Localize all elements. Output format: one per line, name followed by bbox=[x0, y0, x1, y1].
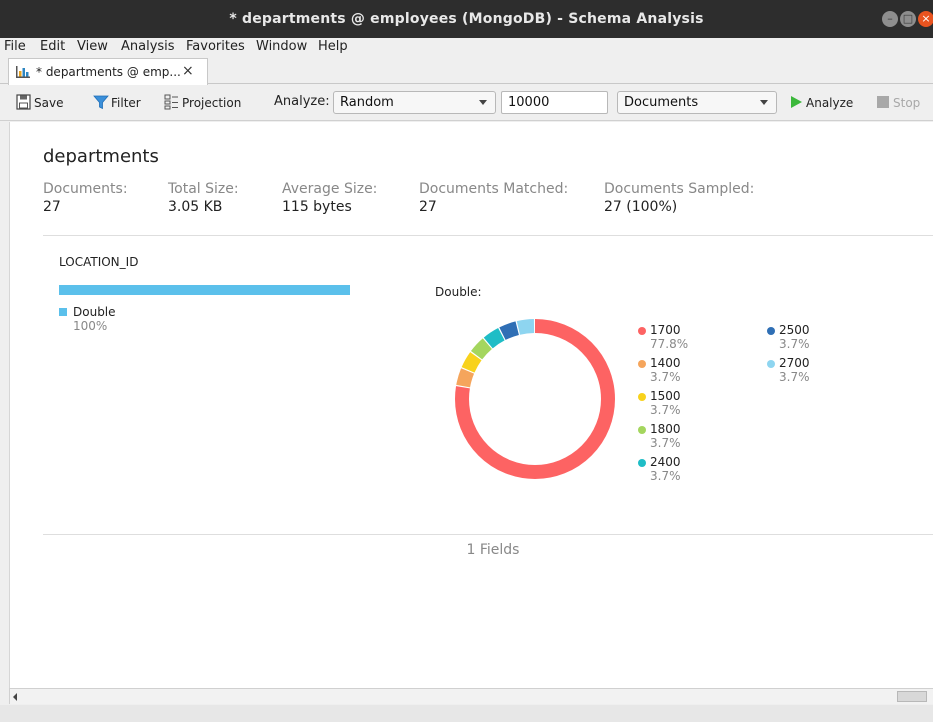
legend-percent: 3.7% bbox=[650, 469, 681, 483]
type-distribution-bar bbox=[59, 285, 350, 295]
collection-title: departments bbox=[43, 146, 159, 167]
field-name: LOCATION_ID bbox=[59, 255, 139, 269]
filter-label: Filter bbox=[111, 96, 141, 110]
stat-label: Documents: bbox=[43, 181, 128, 197]
sample-mode-select[interactable]: Random bbox=[333, 91, 496, 114]
close-window-button[interactable]: × bbox=[918, 11, 933, 27]
legend-percent: 77.8% bbox=[650, 337, 689, 351]
menu-edit[interactable]: Edit bbox=[40, 39, 65, 54]
scroll-left-icon[interactable] bbox=[13, 693, 17, 701]
tab-schema-analysis[interactable]: * departments @ emp... × bbox=[8, 58, 208, 85]
stat-value: 27 (100%) bbox=[604, 199, 678, 215]
legend-value: 1400 bbox=[650, 356, 681, 370]
legend-value: 1500 bbox=[650, 389, 681, 403]
stop-button[interactable]: Stop bbox=[876, 94, 926, 112]
save-button[interactable]: Save bbox=[16, 94, 66, 112]
stat-documents-sampled: Documents Sampled: 27 (100%) bbox=[604, 181, 754, 215]
fields-count: 1 Fields bbox=[466, 542, 520, 558]
stat-average-size: Average Size: 115 bytes bbox=[282, 181, 377, 215]
type-color-swatch bbox=[59, 308, 67, 316]
tab-strip: * departments @ emp... × bbox=[0, 57, 933, 85]
stat-total-size: Total Size: 3.05 KB bbox=[168, 181, 239, 215]
stat-value: 27 bbox=[43, 199, 61, 215]
value-donut-chart bbox=[455, 319, 615, 479]
menu-window[interactable]: Window bbox=[256, 39, 307, 54]
stat-documents-matched: Documents Matched: 27 bbox=[419, 181, 568, 215]
save-label: Save bbox=[34, 96, 64, 110]
legend-color-dot bbox=[767, 360, 775, 368]
projection-button[interactable]: Projection bbox=[164, 94, 244, 112]
stat-label: Documents Sampled: bbox=[604, 181, 755, 197]
legend-color-dot bbox=[638, 426, 646, 434]
analyze-label: Analyze bbox=[806, 96, 854, 110]
fields-divider bbox=[43, 534, 933, 535]
legend-percent: 3.7% bbox=[650, 370, 681, 384]
legend-color-dot bbox=[638, 327, 646, 335]
stop-icon bbox=[877, 96, 889, 108]
analyze-mode-label: Analyze: bbox=[274, 94, 330, 109]
legend-color-dot bbox=[638, 459, 646, 467]
status-bar bbox=[0, 705, 933, 722]
chevron-down-icon bbox=[479, 100, 487, 105]
legend-color-dot bbox=[638, 393, 646, 401]
menu-analysis[interactable]: Analysis bbox=[121, 39, 175, 54]
legend-value: 2500 bbox=[779, 323, 810, 337]
projection-label: Projection bbox=[182, 96, 242, 110]
toolbar: Save Filter Projection Analyze: Random 1… bbox=[0, 85, 933, 121]
stat-label: Documents Matched: bbox=[419, 181, 569, 197]
stats-divider bbox=[43, 235, 933, 236]
stat-label: Average Size: bbox=[282, 181, 378, 197]
stop-label: Stop bbox=[893, 96, 921, 110]
legend-value: 2400 bbox=[650, 455, 681, 469]
type-percent: 100% bbox=[73, 319, 108, 333]
horizontal-scrollbar[interactable] bbox=[9, 688, 933, 704]
legend-value: 2700 bbox=[779, 356, 810, 370]
play-icon bbox=[791, 96, 802, 108]
stat-value: 27 bbox=[419, 199, 437, 215]
stat-documents: Documents: 27 bbox=[43, 181, 128, 215]
menu-bar: File Edit View Analysis Favorites Window… bbox=[0, 38, 933, 57]
stat-label: Total Size: bbox=[168, 181, 239, 197]
tab-close-icon[interactable]: × bbox=[182, 63, 194, 79]
stat-value: 3.05 KB bbox=[168, 199, 223, 215]
window-title: * departments @ employees (MongoDB) - Sc… bbox=[229, 11, 704, 27]
save-icon bbox=[16, 94, 31, 110]
close-icon: × bbox=[921, 12, 931, 25]
maximize-icon: □ bbox=[902, 12, 914, 25]
chevron-down-icon bbox=[760, 100, 768, 105]
minimize-icon: – bbox=[887, 12, 893, 25]
filter-icon bbox=[93, 95, 109, 110]
minimize-button[interactable]: – bbox=[882, 11, 898, 27]
application-window: * departments @ employees (MongoDB) - Sc… bbox=[0, 0, 933, 722]
schema-analysis-panel: departments Documents: 27 Total Size: 3.… bbox=[9, 122, 933, 688]
bar-chart-icon bbox=[16, 66, 30, 78]
maximize-button[interactable]: □ bbox=[900, 11, 916, 27]
title-bar: * departments @ employees (MongoDB) - Sc… bbox=[0, 0, 933, 38]
legend-percent: 3.7% bbox=[650, 436, 681, 450]
stat-value: 115 bytes bbox=[282, 199, 352, 215]
menu-favorites[interactable]: Favorites bbox=[186, 39, 245, 54]
sample-mode-value: Random bbox=[340, 95, 394, 110]
legend-value: 1700 bbox=[650, 323, 681, 337]
legend-value: 1800 bbox=[650, 422, 681, 436]
projection-icon bbox=[164, 94, 178, 110]
type-name: Double bbox=[73, 305, 116, 319]
legend-color-dot bbox=[638, 360, 646, 368]
sample-size-input[interactable] bbox=[501, 91, 608, 114]
legend-percent: 3.7% bbox=[779, 370, 810, 384]
sample-target-select[interactable]: Documents bbox=[617, 91, 777, 114]
filter-button[interactable]: Filter bbox=[93, 94, 143, 112]
analyze-button[interactable]: Analyze bbox=[789, 94, 859, 112]
value-distribution-title: Double: bbox=[435, 285, 482, 299]
legend-percent: 3.7% bbox=[779, 337, 810, 351]
menu-view[interactable]: View bbox=[77, 39, 108, 54]
scrollbar-thumb[interactable] bbox=[897, 691, 927, 702]
legend-percent: 3.7% bbox=[650, 403, 681, 417]
menu-file[interactable]: File bbox=[4, 39, 26, 54]
sample-target-value: Documents bbox=[624, 95, 699, 110]
legend-color-dot bbox=[767, 327, 775, 335]
tab-label: * departments @ emp... bbox=[36, 65, 181, 79]
menu-help[interactable]: Help bbox=[318, 39, 348, 54]
